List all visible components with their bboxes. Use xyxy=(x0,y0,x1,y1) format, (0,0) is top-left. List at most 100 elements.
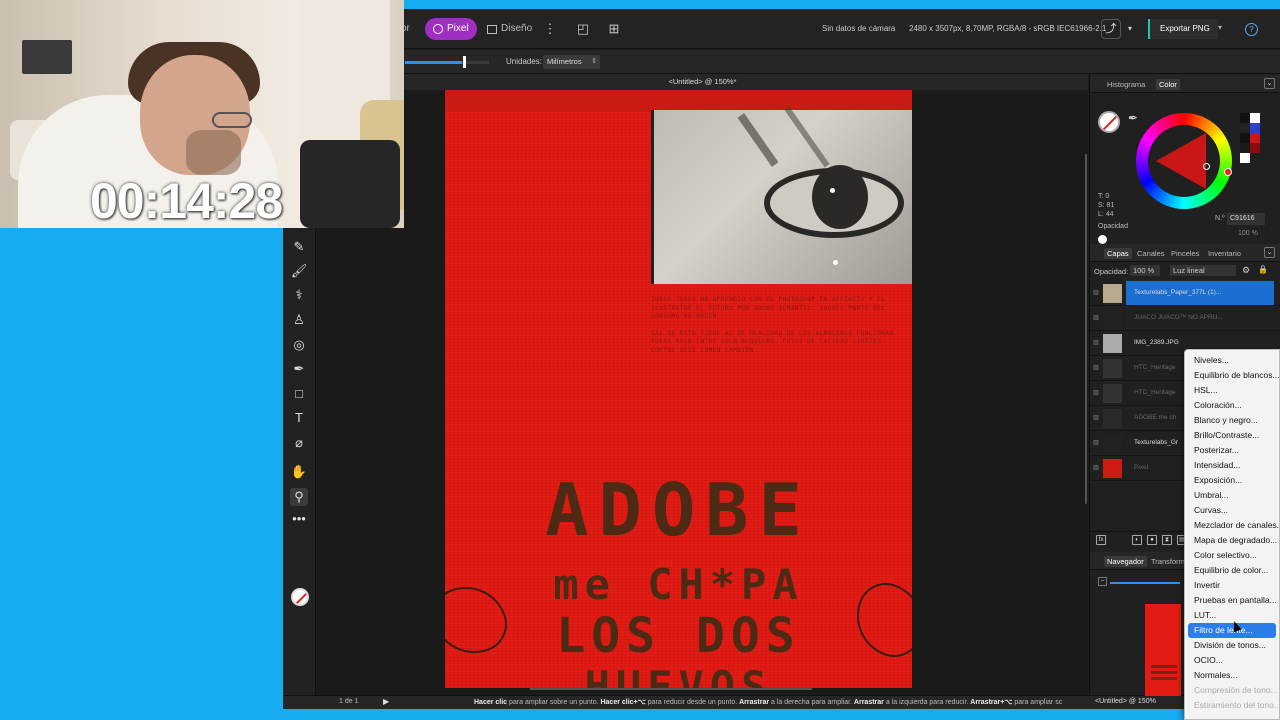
hand-tool-icon[interactable]: ✋ xyxy=(290,463,308,481)
recent-color-cell[interactable] xyxy=(1240,153,1250,163)
top-toolbar: or Pixel Diseño ⋮ ◰ ⊞ Sin datos de cámar… xyxy=(283,9,1280,49)
gear-icon[interactable]: ⚙ xyxy=(1242,265,1250,276)
zoom-tool-icon[interactable]: ⚲ xyxy=(290,488,308,506)
pen-tool-icon[interactable]: ✒ xyxy=(290,360,308,378)
export-caret-icon[interactable]: ▾ xyxy=(1218,23,1222,32)
layer-name-area[interactable]: Texturelabs_Paper_377L (1)...◉ xyxy=(1126,281,1274,305)
assistant-icon[interactable]: ◰ xyxy=(575,21,591,37)
menu-item[interactable]: División de tonos... xyxy=(1188,638,1279,653)
eye-photo-lash xyxy=(737,113,779,167)
blend-mode-select[interactable]: Luz lineal xyxy=(1170,265,1236,276)
recent-color-cell[interactable] xyxy=(1240,123,1250,133)
pencil-tool-icon[interactable]: ✎ xyxy=(290,238,308,256)
play-icon[interactable]: ▶ xyxy=(383,697,389,706)
no-fill-icon[interactable] xyxy=(1098,235,1107,244)
layer-opacity-input[interactable]: 100 % xyxy=(1130,265,1160,276)
units-select[interactable]: Milímetros xyxy=(543,55,600,69)
menu-item[interactable]: Pruebas en pantalla... xyxy=(1188,593,1279,608)
menu-item[interactable]: Blanco y negro... xyxy=(1188,413,1279,428)
layer-row[interactable]: ▥ Texturelabs_Paper_377L (1)...◉ xyxy=(1090,281,1280,306)
document-tab[interactable]: <Untitled> @ 150%* xyxy=(317,74,1088,90)
layer-adjust-icon[interactable]: ◐ xyxy=(1132,535,1142,545)
recent-color-cell[interactable] xyxy=(1250,123,1260,133)
zoom-slider-handle[interactable] xyxy=(463,56,466,68)
recent-color-cell[interactable] xyxy=(1240,133,1250,143)
tab-brushes[interactable]: Pinceles xyxy=(1168,248,1202,259)
zoom-slider[interactable] xyxy=(405,61,489,64)
recent-color-cell[interactable] xyxy=(1240,143,1250,153)
more-options-icon[interactable]: ⋮ xyxy=(542,21,558,37)
vertical-scrollbar[interactable] xyxy=(1085,154,1087,504)
horizontal-scrollbar[interactable] xyxy=(530,688,812,690)
color-panel-menu-icon[interactable]: ⌄ xyxy=(1264,78,1275,89)
menu-item[interactable]: Mapa de degradado... xyxy=(1188,533,1279,548)
help-icon[interactable]: ? xyxy=(1245,23,1258,36)
color-opacity-value[interactable]: 100 % xyxy=(1238,230,1258,237)
hex-input[interactable]: C91616 xyxy=(1227,213,1265,225)
tab-layers[interactable]: Capas xyxy=(1104,248,1132,259)
layer-mask-icon[interactable]: ● xyxy=(1147,535,1157,545)
hue-ring-marker[interactable] xyxy=(1224,168,1232,176)
menu-item[interactable]: Exposición... xyxy=(1188,473,1279,488)
rectangle-tool-icon[interactable]: □ xyxy=(290,385,308,403)
layers-panel-menu-icon[interactable]: ⌄ xyxy=(1264,247,1275,258)
navigator-zoom-slider[interactable] xyxy=(1110,582,1180,584)
fill-swatch-icon[interactable] xyxy=(1098,111,1120,133)
menu-item[interactable]: Intensidad... xyxy=(1188,458,1279,473)
recent-color-cell[interactable] xyxy=(1250,113,1260,123)
color-panel: ✒ T: 0 S: 81 L: 44 Opacidad N.º C91616 1… xyxy=(1090,93,1280,244)
persona-pixel-button[interactable]: Pixel xyxy=(425,18,477,40)
quick-tool-caret-icon[interactable]: ▾ xyxy=(1122,21,1138,37)
more-tools-icon[interactable]: ••• xyxy=(290,510,308,528)
recent-color-cell[interactable] xyxy=(1240,113,1250,123)
menu-item[interactable]: Mezclador de canales... xyxy=(1188,518,1279,533)
layer-type-icon: ▥ xyxy=(1093,390,1099,396)
navigator-preview[interactable] xyxy=(1145,604,1181,696)
menu-item[interactable]: Posterizar... xyxy=(1188,443,1279,458)
layer-filter-icon[interactable]: ⧗ xyxy=(1162,535,1172,545)
tab-color[interactable]: Color xyxy=(1156,79,1180,90)
document-view[interactable]: <Untitled> @ 150%* JUACO JUACO NO APREND… xyxy=(317,74,1088,695)
tab-navigator[interactable]: Navegador xyxy=(1104,556,1147,567)
tab-histogram[interactable]: Histograma xyxy=(1104,79,1148,90)
export-png-button[interactable]: Exportar PNG xyxy=(1148,19,1218,39)
grid-view-icon[interactable]: ⊞ xyxy=(606,21,622,37)
layer-type-icon: ▥ xyxy=(1093,340,1099,346)
persona-design-button[interactable]: Diseño xyxy=(479,18,540,40)
selection-brush-icon[interactable]: ◎ xyxy=(290,336,308,354)
text-tool-icon[interactable]: T xyxy=(290,409,308,427)
menu-item[interactable]: Equilibrio de blancos... xyxy=(1188,368,1279,383)
layer-row[interactable]: ▥ JUACO JUACO™ NO APRU...◉ xyxy=(1090,306,1280,331)
menu-item[interactable]: Curvas... xyxy=(1188,503,1279,518)
menu-item[interactable]: Coloración... xyxy=(1188,398,1279,413)
status-hint: Hacer clic para ampliar sobre un punto. … xyxy=(474,698,1091,706)
recent-color-cell[interactable] xyxy=(1250,143,1260,153)
menu-item[interactable]: Color selectivo... xyxy=(1188,548,1279,563)
clone-tool-icon[interactable]: ♙ xyxy=(290,311,308,329)
eyedropper-tool-icon[interactable]: ⌀ xyxy=(290,434,308,452)
menu-item[interactable]: Equilibrio de color... xyxy=(1188,563,1279,578)
color-swatch-icon[interactable] xyxy=(291,588,309,606)
menu-item[interactable]: Brillo/Contraste... xyxy=(1188,428,1279,443)
tab-assets[interactable]: Inventario xyxy=(1205,248,1244,259)
color-picker-icon[interactable]: ✒ xyxy=(1128,111,1138,125)
layer-name-area[interactable]: JUACO JUACO™ NO APRU...◉ xyxy=(1126,306,1274,330)
paint-mixer-tool-icon[interactable]: ⚕ xyxy=(290,286,308,304)
menu-item[interactable]: Niveles... xyxy=(1188,353,1279,368)
menu-item[interactable]: HSL... xyxy=(1188,383,1279,398)
menu-item[interactable]: Normales... xyxy=(1188,668,1279,683)
menu-item[interactable]: Invertir xyxy=(1188,578,1279,593)
canvas-page[interactable]: JUACO JUACO NO APRENDIO CON EL PHOTOSHOP… xyxy=(445,90,912,688)
zoom-out-icon[interactable]: − xyxy=(1098,577,1107,586)
menu-item[interactable]: Umbral... xyxy=(1188,488,1279,503)
tab-transform[interactable]: Transform xyxy=(1148,556,1188,567)
color-triangle[interactable] xyxy=(1156,133,1206,189)
color-triangle-marker[interactable] xyxy=(1203,163,1210,170)
lock-icon[interactable]: 🔒 xyxy=(1258,265,1268,274)
menu-item[interactable]: OCIO... xyxy=(1188,653,1279,668)
brush-tool-icon[interactable]: 🖌 xyxy=(290,262,308,280)
layer-fx-icon[interactable]: fx xyxy=(1096,535,1106,545)
recent-color-cell[interactable] xyxy=(1250,133,1260,143)
quick-tool-button[interactable]: ⤴ xyxy=(1101,19,1121,39)
tab-channels[interactable]: Canales xyxy=(1134,248,1168,259)
